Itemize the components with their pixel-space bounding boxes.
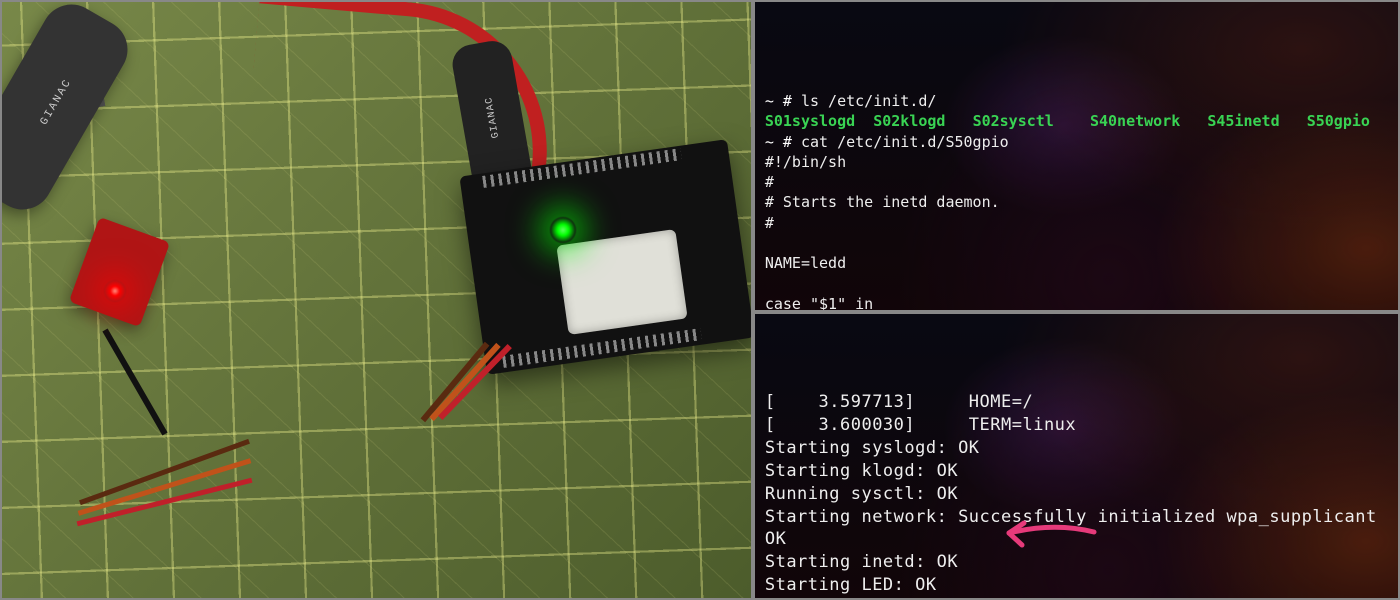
shell-cmd-cat: cat /etc/init.d/S50gpio bbox=[801, 133, 1009, 151]
ls-output: S01syslogd S02klogd S02sysctl S40network… bbox=[765, 111, 1388, 131]
initd-entry: S02klogd bbox=[873, 111, 945, 131]
status-led-red bbox=[104, 280, 126, 302]
rf-shield bbox=[556, 229, 687, 335]
initd-entry: S01syslogd bbox=[765, 111, 855, 131]
status-led-green bbox=[550, 217, 576, 243]
initd-entry: S02sysctl bbox=[973, 111, 1054, 131]
hardware-photo bbox=[2, 2, 751, 598]
initd-entry: S45inetd bbox=[1207, 111, 1279, 131]
terminal-boot[interactable]: [ 3.597713] HOME=/ [ 3.600030] TERM=linu… bbox=[755, 314, 1398, 598]
shell-prompt: ~ # bbox=[765, 92, 801, 110]
terminal-script[interactable]: ~ # ls /etc/init.d/ S01syslogd S02klogd … bbox=[755, 2, 1398, 310]
init-script-body: #!/bin/sh # # Starts the inetd daemon. #… bbox=[765, 153, 1090, 310]
shell-cmd-ls: ls /etc/init.d/ bbox=[801, 92, 936, 110]
boot-log: [ 3.597713] HOME=/ [ 3.600030] TERM=linu… bbox=[765, 392, 1377, 598]
initd-entry: S40network bbox=[1090, 111, 1180, 131]
initd-entry: S50gpio bbox=[1307, 111, 1370, 131]
shell-prompt: ~ # bbox=[765, 133, 801, 151]
